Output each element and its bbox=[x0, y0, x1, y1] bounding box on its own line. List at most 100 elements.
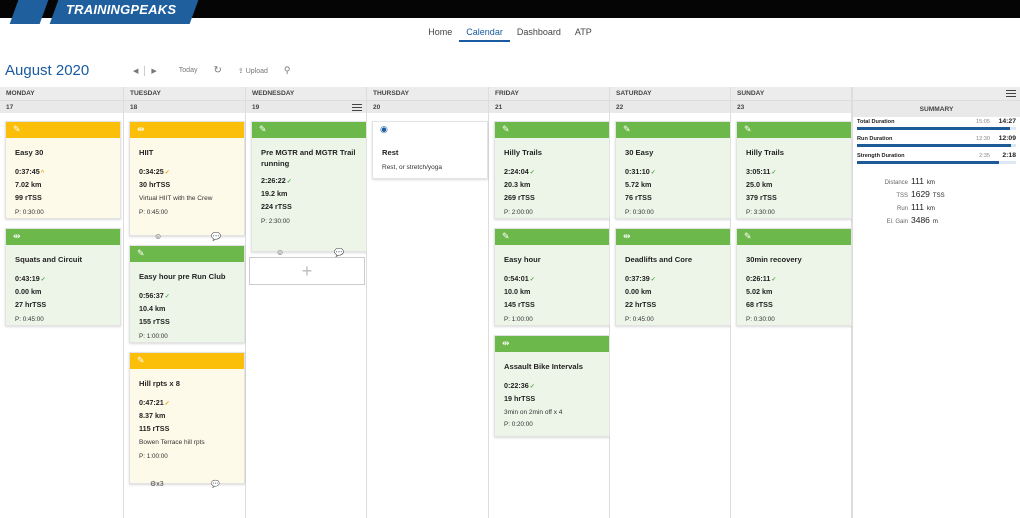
day-date: 18 bbox=[124, 101, 245, 113]
workout-card[interactable]: ✎ Hilly Trails 3:05:11✓ 25.0 km 379 rTSS… bbox=[736, 121, 852, 219]
equipment-icon[interactable]: ⚙x3 bbox=[150, 480, 164, 488]
day-menu-icon[interactable] bbox=[352, 104, 362, 111]
workout-card[interactable]: ✎ 30min recovery 0:26:11✓ 5.02 km 68 rTS… bbox=[736, 228, 852, 326]
nav-dashboard[interactable]: Dashboard bbox=[510, 27, 568, 42]
comment-icon[interactable]: 💬 bbox=[211, 480, 220, 488]
workout-note: Bowen Terrace hill rpts bbox=[139, 439, 205, 446]
planned-duration: P: 0:30:00 bbox=[15, 209, 44, 216]
workout-card[interactable]: ⇹ HIIT 0:34:25✓ 30 hrTSS Virtual HIIT wi… bbox=[129, 121, 245, 241]
workout-card[interactable]: ✎ 30 Easy 0:31:10✓ 5.72 km 76 rTSS P: 0:… bbox=[615, 121, 731, 219]
stat-value: 1629 bbox=[911, 189, 930, 199]
smiley-icon[interactable]: ☺ bbox=[276, 248, 284, 257]
planned-duration: P: 0:45:00 bbox=[625, 316, 654, 323]
comment-icon[interactable]: 💬 bbox=[211, 232, 221, 241]
day-column-tuesday[interactable]: TUESDAY 18 ⇹ HIIT 0:34:25✓ 30 hrTSS Virt… bbox=[124, 87, 246, 518]
workout-card[interactable]: ✎ Easy hour pre Run Club 0:56:37✓ 10.4 k… bbox=[129, 245, 245, 343]
main-nav: Home Calendar Dashboard ATP bbox=[0, 27, 1020, 42]
day-column-wednesday[interactable]: WEDNESDAY 19 ✎ Pre MGTR and MGTR Trail r… bbox=[246, 87, 367, 518]
workout-note: Rest, or stretch/yoga bbox=[382, 164, 442, 171]
workout-card[interactable]: ⇹ Deadlifts and Core 0:37:39✓ 0.00 km 22… bbox=[615, 228, 731, 326]
planned-duration: P: 3:30:00 bbox=[746, 209, 775, 216]
check-icon: ✓ bbox=[529, 170, 535, 176]
next-week-icon[interactable]: ▶ bbox=[151, 67, 156, 75]
workout-title: Pre MGTR and MGTR Trail running bbox=[261, 148, 356, 168]
upload-button[interactable]: ⇪ Upload bbox=[238, 67, 268, 75]
workout-card[interactable]: ✎ Hill rpts x 8 0:47:21✓ 8.37 km 115 rTS… bbox=[129, 352, 245, 488]
workout-title: Hilly Trails bbox=[746, 148, 784, 157]
planned-duration: P: 0:30:00 bbox=[746, 316, 775, 323]
day-column-thursday[interactable]: THURSDAY 20 ◉ Rest Rest, or stretch/yoga bbox=[367, 87, 489, 518]
workout-card[interactable]: ✎ Easy 30 0:37:45^ 7.02 km 99 rTSS P: 0:… bbox=[5, 121, 121, 219]
workout-distance: 8.37 km bbox=[139, 411, 166, 420]
workout-card[interactable]: ✎ Easy hour 0:54:01✓ 10.0 km 145 rTSS P:… bbox=[494, 228, 610, 326]
workout-distance: 25.0 km bbox=[746, 180, 773, 189]
run-icon: ✎ bbox=[495, 229, 609, 245]
stat-unit: m bbox=[932, 219, 938, 225]
day-column-saturday[interactable]: SATURDAY 22 ✎ 30 Easy 0:31:10✓ 5.72 km 7… bbox=[610, 87, 731, 518]
week-summary: SUMMARY Total Duration 15:05 14:27 Run D… bbox=[852, 87, 1020, 518]
nav-atp[interactable]: ATP bbox=[568, 27, 599, 42]
stat-value: 3486 bbox=[911, 215, 930, 225]
summary-menu-icon[interactable] bbox=[1006, 90, 1016, 97]
day-name: WEDNESDAY bbox=[246, 87, 366, 101]
workout-tss: 68 rTSS bbox=[746, 300, 773, 309]
workout-distance: 0.00 km bbox=[15, 287, 42, 296]
comment-icon[interactable]: 💬 bbox=[334, 248, 344, 257]
smiley-icon[interactable]: ☺ bbox=[154, 232, 162, 241]
day-column-monday[interactable]: MONDAY 17 ✎ Easy 30 0:37:45^ 7.02 km 99 … bbox=[0, 87, 124, 518]
workout-card[interactable]: ✎ Hilly Trails 2:24:04✓ 20.3 km 269 rTSS… bbox=[494, 121, 610, 219]
add-workout-button[interactable]: + bbox=[249, 257, 365, 285]
check-icon: ✓ bbox=[650, 170, 656, 176]
day-column-friday[interactable]: FRIDAY 21 ✎ Hilly Trails 2:24:04✓ 20.3 k… bbox=[489, 87, 610, 518]
calendar-toolbar: ◀ ▶ Today ↻ ⇪ Upload ⚲ bbox=[133, 65, 290, 76]
workout-duration: 0:26:11 bbox=[746, 274, 771, 283]
today-button[interactable]: Today bbox=[179, 67, 198, 74]
nav-calendar[interactable]: Calendar bbox=[459, 27, 510, 42]
run-icon: ✎ bbox=[616, 122, 730, 138]
refresh-icon[interactable]: ↻ bbox=[213, 65, 221, 76]
year-label: 2020 bbox=[55, 62, 90, 79]
planned-duration: P: 2:00:00 bbox=[504, 209, 533, 216]
workout-duration: 0:37:45 bbox=[15, 167, 40, 176]
progress-fill bbox=[857, 144, 1012, 147]
workout-title: 30 Easy bbox=[625, 148, 654, 157]
planned-duration: P: 1:00:00 bbox=[504, 316, 533, 323]
check-icon: ✓ bbox=[529, 277, 535, 283]
workout-title: Rest bbox=[382, 148, 399, 157]
workout-duration: 0:31:10 bbox=[625, 167, 650, 176]
summary-label: Total Duration bbox=[857, 119, 895, 125]
workout-distance: 5.02 km bbox=[746, 287, 773, 296]
check-icon: ✓ bbox=[164, 170, 170, 176]
month-title: August 2020 bbox=[5, 62, 89, 79]
workout-duration: 0:43:19 bbox=[15, 274, 40, 283]
day-name: FRIDAY bbox=[489, 87, 609, 101]
planned-duration: P: 1:00:00 bbox=[139, 333, 168, 340]
workout-title: Easy 30 bbox=[15, 148, 44, 157]
workout-card[interactable]: ✎ Pre MGTR and MGTR Trail running 2:26:2… bbox=[251, 121, 367, 257]
check-icon: ✓ bbox=[164, 294, 170, 300]
previous-week-icon[interactable]: ◀ bbox=[133, 67, 138, 75]
strength-icon: ⇹ bbox=[130, 122, 244, 138]
stat-tss: TSS 1629 TSS bbox=[853, 189, 1020, 202]
day-column-sunday[interactable]: SUNDAY 23 ✎ Hilly Trails 3:05:11✓ 25.0 k… bbox=[731, 87, 852, 518]
workout-card[interactable]: ⇹ Assault Bike Intervals 0:22:36✓ 19 hrT… bbox=[494, 335, 610, 437]
check-icon: ✓ bbox=[650, 277, 656, 283]
workout-title: Assault Bike Intervals bbox=[504, 362, 583, 371]
run-icon: ✎ bbox=[737, 229, 851, 245]
workout-tss: 155 rTSS bbox=[139, 317, 170, 326]
workout-card[interactable]: ⇹ Squats and Circuit 0:43:19✓ 0.00 km 27… bbox=[5, 228, 121, 326]
search-icon[interactable]: ⚲ bbox=[284, 65, 291, 76]
day-date: 19 bbox=[246, 101, 366, 113]
day-date: 23 bbox=[731, 101, 851, 113]
workout-card[interactable]: ◉ Rest Rest, or stretch/yoga bbox=[372, 121, 488, 179]
workout-duration: 2:26:22 bbox=[261, 176, 286, 185]
workout-duration: 0:34:25 bbox=[139, 167, 164, 176]
workout-tss: 19 hrTSS bbox=[504, 394, 536, 403]
stat-unit: TSS bbox=[932, 193, 945, 199]
summary-row-total-duration: Total Duration 15:05 14:27 bbox=[857, 117, 1016, 134]
app-logo[interactable]: TRAININGPEAKS bbox=[66, 2, 176, 17]
workout-title: Hilly Trails bbox=[504, 148, 542, 157]
nav-home[interactable]: Home bbox=[421, 27, 459, 42]
workout-note: Virtual HIIT with the Crew bbox=[139, 195, 213, 202]
summary-label: Strength Duration bbox=[857, 153, 905, 159]
